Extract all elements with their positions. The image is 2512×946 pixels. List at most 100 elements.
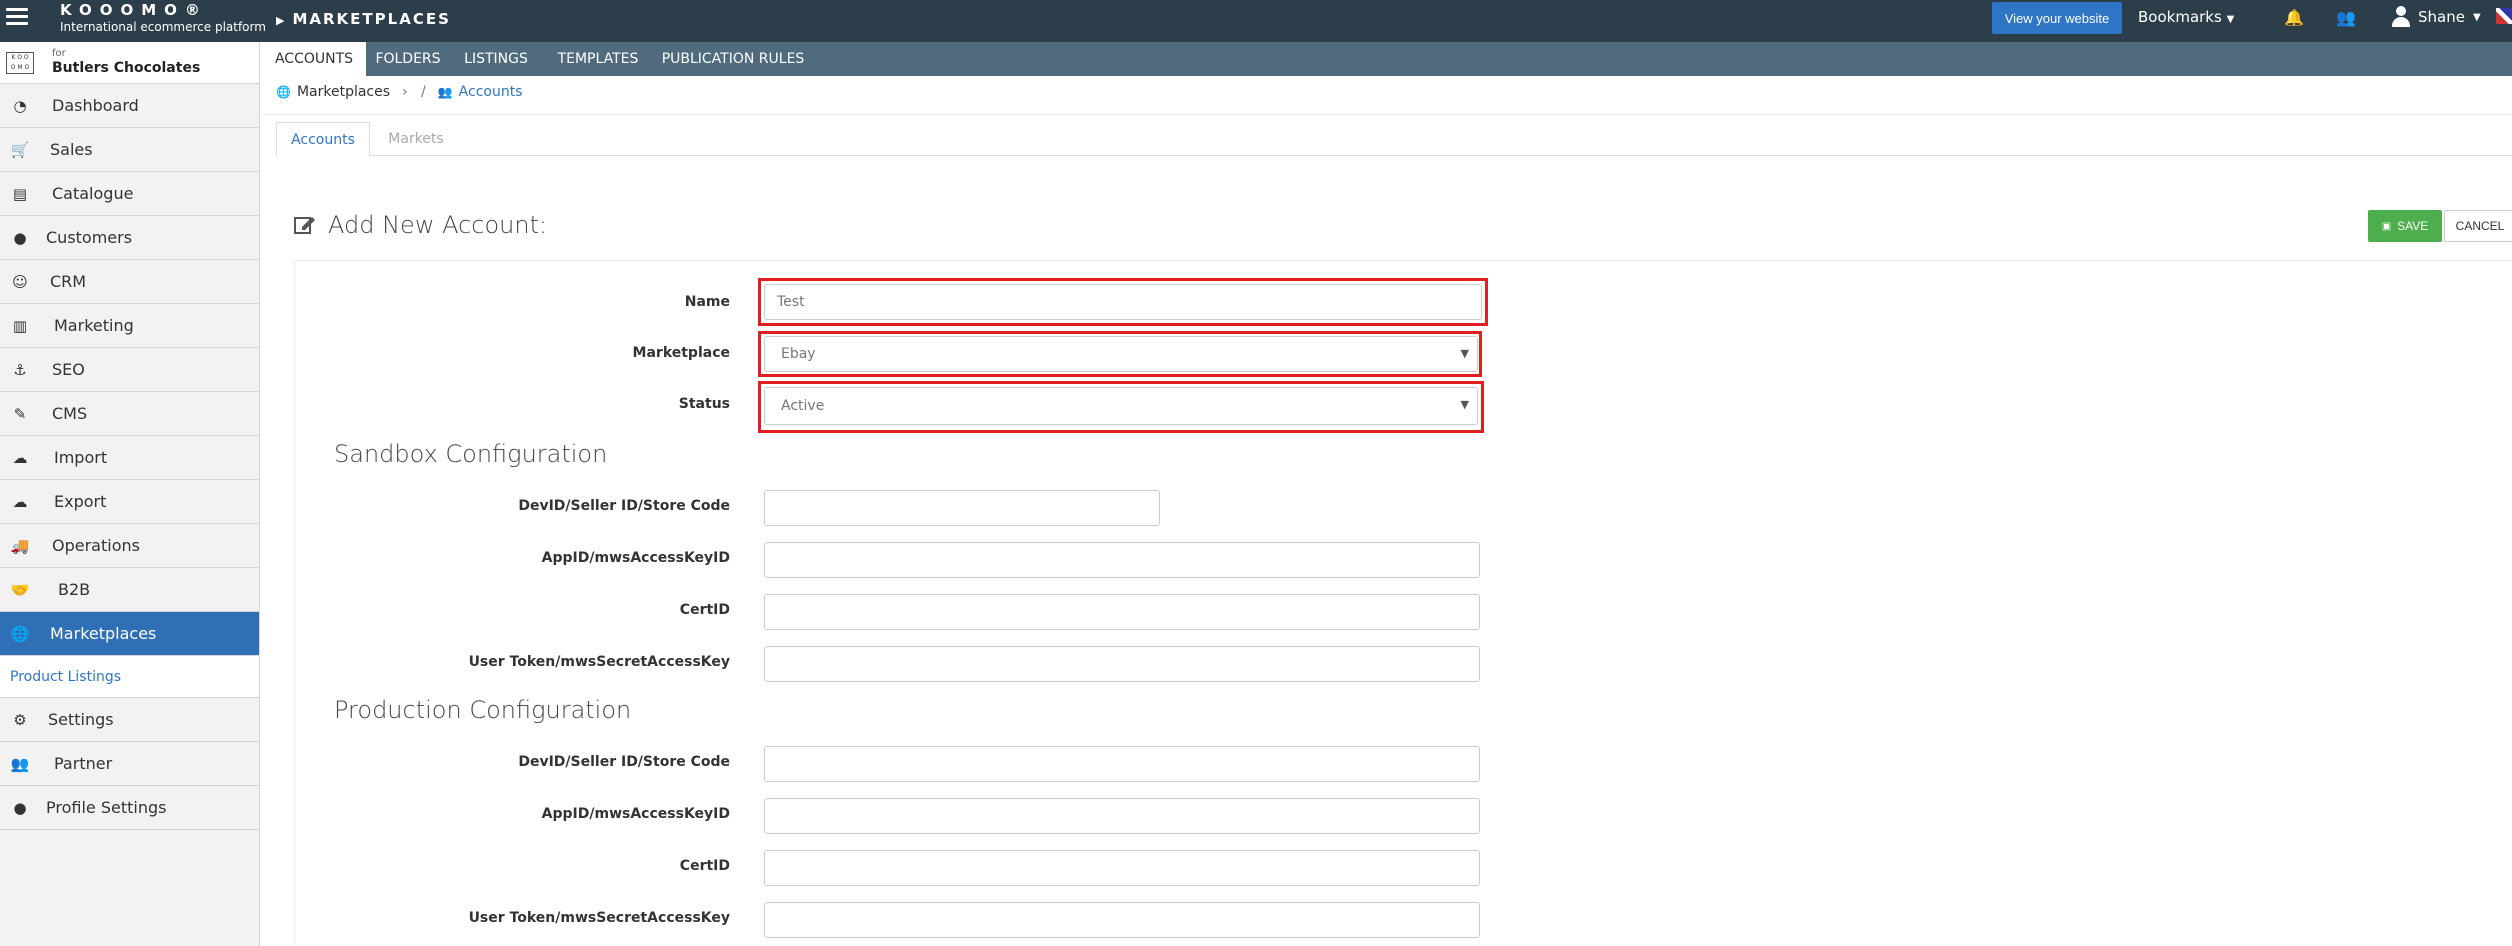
sub-navigation: ACCOUNTS FOLDERS LISTINGS TEMPLATES PUBL… [262, 42, 2512, 76]
status-label: Status [678, 396, 730, 412]
page-title: Add New Account: [294, 211, 547, 239]
sidebar-item-label: Partner [54, 754, 113, 773]
caret-down-icon: ▼ [2472, 11, 2481, 23]
sidebar-item-marketplaces[interactable]: 🌐 Marketplaces [0, 612, 259, 656]
sidebar-item-sales[interactable]: 🛒 Sales [0, 128, 259, 172]
hamburger-menu-icon[interactable] [6, 8, 28, 26]
marketplace-select[interactable]: Ebay ▼ [764, 336, 1478, 372]
sidebar-item-import[interactable]: ☁ Import [0, 436, 259, 480]
tab-markets[interactable]: Markets [370, 122, 462, 156]
production-certid-input[interactable] [764, 850, 1480, 886]
sidebar-item-label: CRM [50, 272, 87, 291]
sandbox-certid-input[interactable] [764, 594, 1480, 630]
logo-brand: KOOOMO® [60, 1, 208, 19]
sidebar-item-label: Import [54, 448, 108, 467]
breadcrumb-divider [262, 114, 2512, 115]
production-devid-input[interactable] [764, 746, 1480, 782]
sandbox-appid-label: AppID/mwsAccessKeyID [541, 550, 730, 566]
sidebar-item-label: Marketing [54, 316, 134, 335]
user-menu[interactable]: Shane ▼ [2392, 6, 2481, 28]
sidebar-item-customers[interactable]: ● Customers [0, 216, 259, 260]
sidebar-item-export[interactable]: ☁ Export [0, 480, 259, 524]
bookmarks-label: Bookmarks [2138, 8, 2222, 26]
user-icon: ● [13, 228, 27, 247]
sidebar-item-marketing[interactable]: ▥ Marketing [0, 304, 259, 348]
sandbox-certid-label: CertID [679, 602, 730, 618]
sidebar-item-partner[interactable]: 👥 Partner [0, 742, 259, 786]
client-selector[interactable]: K O OO M O for Butlers Chocolates [0, 42, 259, 84]
view-website-button[interactable]: View your website [1992, 2, 2122, 34]
sidebar-item-label: Customers [46, 228, 133, 247]
tab-templates[interactable]: TEMPLATES [542, 42, 654, 76]
tab-publication-rules[interactable]: PUBLICATION RULES [654, 42, 812, 76]
sidebar-item-operations[interactable]: 🚚 Operations [0, 524, 259, 568]
kooomo-logo[interactable]: KOOOMO® International ecommerce platform [60, 1, 266, 34]
sidebar-item-label: Catalogue [52, 184, 134, 203]
sandbox-devid-input[interactable] [764, 490, 1160, 526]
edit-icon: ✎ [13, 404, 27, 423]
cloud-upload-icon: ☁ [12, 492, 28, 511]
client-name: Butlers Chocolates [52, 60, 201, 76]
cloud-download-icon: ☁ [12, 448, 28, 467]
section-title-label: MARKETPLACES [292, 10, 451, 28]
users-icon[interactable]: 👥 [2336, 8, 2356, 27]
sandbox-token-label: User Token/mwsSecretAccessKey [468, 654, 730, 670]
sidebar-subitem-product-listings[interactable]: Product Listings [0, 656, 259, 698]
breadcrumb-accounts[interactable]: Accounts [459, 84, 523, 100]
bookmarks-dropdown[interactable]: Bookmarks ▼ [2138, 8, 2234, 26]
dashboard-icon: ◔ [13, 96, 27, 115]
top-bar: KOOOMO® International ecommerce platform… [0, 0, 2512, 42]
account-tabs: Accounts Markets [276, 122, 2512, 157]
sidebar-item-dashboard[interactable]: ◔ Dashboard [0, 84, 259, 128]
name-input[interactable]: Test [764, 284, 1482, 320]
sidebar-item-seo[interactable]: ⚓ SEO [0, 348, 259, 392]
sandbox-devid-label: DevID/Seller ID/Store Code [518, 498, 730, 514]
globe-icon: 🌐 [10, 624, 30, 643]
production-token-label: User Token/mwsSecretAccessKey [468, 910, 730, 926]
sidebar-item-crm[interactable]: ☺ CRM [0, 260, 259, 304]
tab-folders[interactable]: FOLDERS [366, 42, 450, 76]
sandbox-token-input[interactable] [764, 646, 1480, 682]
breadcrumb-marketplaces[interactable]: Marketplaces [297, 84, 390, 100]
breadcrumb-separator: › / [402, 84, 426, 100]
cart-icon: 🛒 [10, 140, 30, 159]
section-title: ▶ MARKETPLACES [276, 10, 451, 28]
production-appid-input[interactable] [764, 798, 1480, 834]
user-icon: ● [13, 798, 27, 817]
status-select[interactable]: Active ▼ [764, 387, 1478, 425]
sidebar-item-b2b[interactable]: 🤝 B2B [0, 568, 259, 612]
production-config-heading: Production Configuration [334, 696, 632, 724]
bar-chart-icon: ▥ [12, 316, 28, 335]
sidebar: K O OO M O for Butlers Chocolates ◔ Dashb… [0, 42, 260, 946]
sidebar-item-settings[interactable]: ⚙ Settings [0, 698, 259, 742]
users-icon: 👥 [10, 754, 30, 773]
sidebar-item-label: Profile Settings [46, 798, 167, 817]
breadcrumb: 🌐 Marketplaces › / 👥 Accounts [276, 84, 523, 100]
chevron-down-icon: ▼ [1460, 347, 1469, 360]
sidebar-item-catalogue[interactable]: ▤ Catalogue [0, 172, 259, 216]
marketplace-selected: Ebay [781, 346, 816, 362]
chevron-down-icon: ▼ [1460, 398, 1469, 411]
production-appid-label: AppID/mwsAccessKeyID [541, 806, 730, 822]
user-icon [2392, 6, 2410, 28]
sidebar-item-label: Sales [50, 140, 93, 159]
tab-listings[interactable]: LISTINGS [450, 42, 542, 76]
tab-accounts[interactable]: ACCOUNTS [262, 42, 366, 76]
users-icon: 👥 [437, 85, 453, 99]
sandbox-config-heading: Sandbox Configuration [334, 440, 608, 468]
language-flag-icon[interactable] [2496, 8, 2512, 24]
gear-icon: ⚙ [13, 710, 27, 729]
production-certid-label: CertID [679, 858, 730, 874]
cancel-button[interactable]: CANCEL [2444, 210, 2512, 242]
production-token-input[interactable] [764, 902, 1480, 938]
sidebar-item-cms[interactable]: ✎ CMS [0, 392, 259, 436]
sidebar-item-profile-settings[interactable]: ● Profile Settings [0, 786, 259, 830]
bell-icon[interactable]: 🔔 [2284, 8, 2304, 27]
anchor-icon: ⚓ [13, 360, 27, 379]
smile-icon: ☺ [12, 272, 28, 291]
floppy-icon: ▣ [2381, 220, 2392, 232]
sandbox-appid-input[interactable] [764, 542, 1480, 578]
tab-accounts-inner[interactable]: Accounts [276, 122, 370, 157]
sidebar-item-label: Operations [52, 536, 140, 555]
save-button[interactable]: ▣ SAVE [2368, 210, 2442, 242]
